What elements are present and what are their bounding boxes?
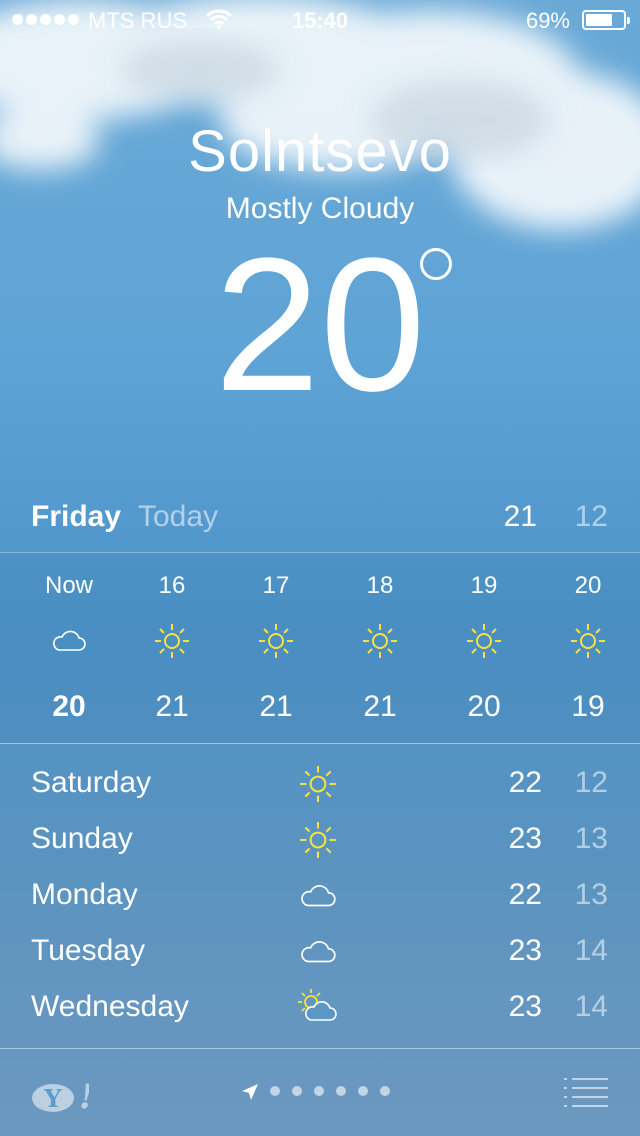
page-dot[interactable]	[270, 1086, 280, 1096]
current-temperature: 20	[0, 230, 640, 420]
hourly-item-16: 16 21	[120, 552, 224, 743]
today-high: 21	[503, 500, 537, 533]
page-dot[interactable]	[314, 1086, 324, 1096]
day-low: 13	[574, 822, 608, 855]
page-dot[interactable]	[380, 1086, 390, 1096]
degree-symbol-icon	[420, 248, 452, 280]
city-name: Solntsevo	[188, 119, 452, 184]
sun-icon	[300, 766, 336, 802]
hour-label: 18	[366, 572, 394, 599]
day-low: 14	[574, 934, 608, 967]
hour-temperature: 21	[259, 690, 293, 723]
hour-label: 20	[574, 572, 602, 599]
hourly-item-19: 19 20	[432, 552, 536, 743]
cloud-icon	[301, 885, 336, 907]
day-high: 22	[508, 878, 542, 911]
day-name: Wednesday	[31, 990, 189, 1023]
today-summary: Friday Today 21 12	[0, 496, 640, 540]
day-low: 13	[574, 878, 608, 911]
sun-icon	[155, 624, 189, 658]
city-list-button[interactable]	[564, 1076, 608, 1108]
hour-label: Now	[44, 572, 93, 599]
day-high: 23	[508, 822, 542, 855]
divider	[0, 743, 640, 744]
hour-temperature: 20	[52, 690, 86, 723]
day-name: Monday	[31, 878, 138, 911]
divider	[0, 1048, 640, 1049]
day-name: Tuesday	[31, 934, 145, 967]
day-low: 12	[574, 766, 608, 799]
sun-icon	[259, 624, 293, 658]
day-low: 14	[574, 990, 608, 1023]
hour-temperature: 19	[571, 690, 605, 723]
hour-temperature: 21	[363, 690, 397, 723]
svg-text:Y: Y	[43, 1084, 62, 1113]
hour-label: 16	[158, 572, 186, 599]
partly-cloudy-icon	[298, 989, 337, 1021]
page-dot[interactable]	[358, 1086, 368, 1096]
status-bar: MTS RUS 15:40 69%	[0, 0, 640, 42]
hourly-item-18: 18 21	[328, 552, 432, 743]
location-arrow-icon[interactable]	[240, 1082, 260, 1102]
daily-row-sunday: Sunday 23 13	[0, 812, 640, 868]
day-high: 23	[508, 990, 542, 1023]
hour-temperature: 20	[467, 690, 501, 723]
hour-label: 17	[262, 572, 290, 599]
day-high: 22	[508, 766, 542, 799]
hour-temperature: 21	[155, 690, 189, 723]
hourly-item-17: 17 21	[224, 552, 328, 743]
daily-row-saturday: Saturday 22 12	[0, 756, 640, 812]
today-low: 12	[574, 500, 608, 533]
sun-icon	[300, 822, 336, 858]
daily-row-wednesday: Wednesday 23 14	[0, 980, 640, 1036]
sun-icon	[363, 624, 397, 658]
day-name: Sunday	[31, 822, 133, 855]
page-dot[interactable]	[336, 1086, 346, 1096]
page-dot[interactable]	[292, 1086, 302, 1096]
bottom-toolbar: Y !	[0, 1050, 640, 1136]
svg-text:!: !	[79, 1078, 89, 1114]
battery-percentage: 69%	[525, 8, 570, 33]
today-label: Today	[138, 500, 219, 533]
day-high: 23	[508, 934, 542, 967]
hourly-item-now: Now 20	[17, 552, 121, 743]
yahoo-logo-button[interactable]: Y !	[31, 1078, 89, 1114]
hour-label: 19	[470, 572, 498, 599]
daily-row-tuesday: Tuesday 23 14	[0, 924, 640, 980]
temperature-value: 20	[214, 219, 426, 431]
battery-icon	[582, 10, 630, 30]
sun-icon	[571, 624, 605, 658]
day-name: Saturday	[31, 766, 152, 799]
cloud-icon	[301, 941, 336, 963]
daily-row-monday: Monday 22 13	[0, 868, 640, 924]
today-day-name: Friday	[31, 500, 122, 533]
hourly-item-20: 20 19	[536, 552, 640, 743]
page-indicator[interactable]	[270, 1086, 390, 1096]
cloud-icon	[53, 630, 86, 651]
sun-icon	[467, 624, 501, 658]
